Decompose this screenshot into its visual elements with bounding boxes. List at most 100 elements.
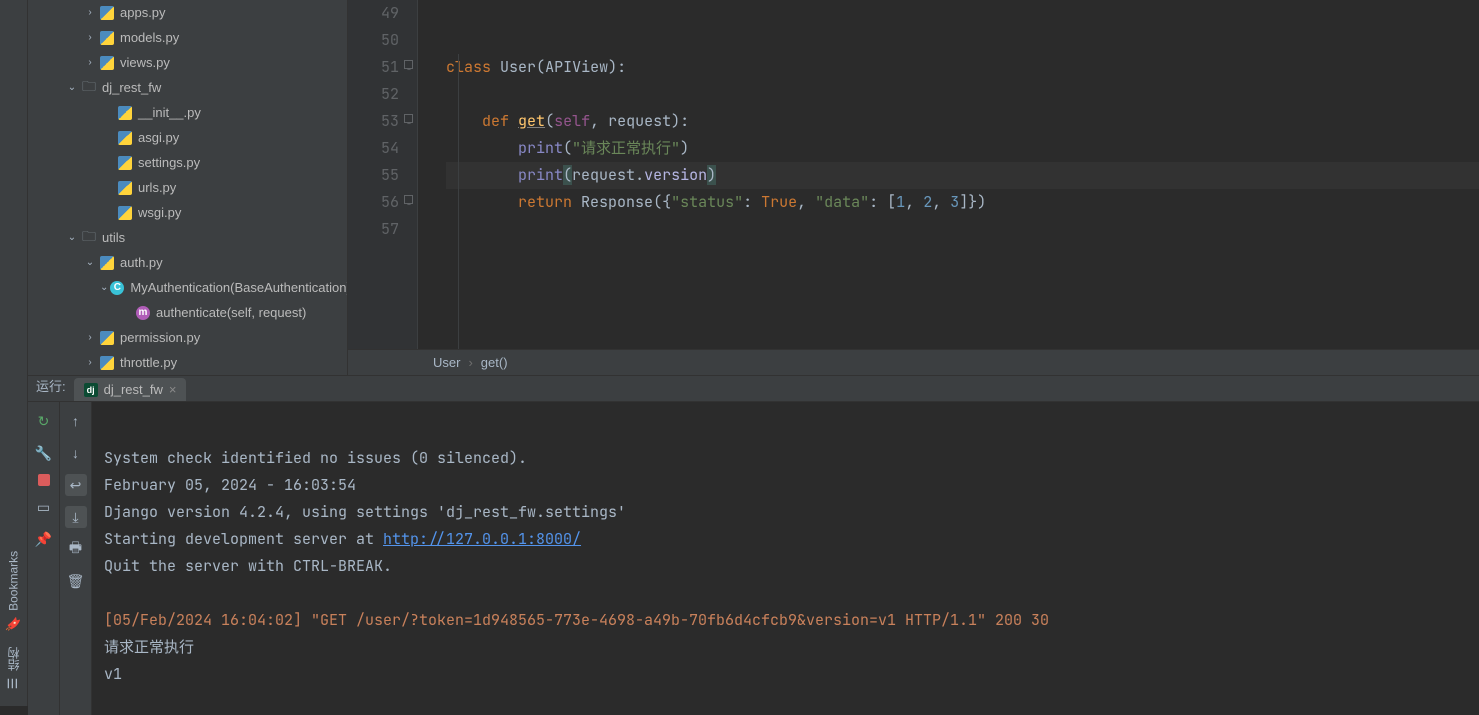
chevron-icon[interactable]: › (82, 7, 98, 18)
class-icon: C (108, 280, 126, 296)
tree-row[interactable]: › throttle.py (28, 350, 347, 375)
console-line: Quit the server with CTRL-BREAK. (104, 556, 392, 576)
run-tab-label: dj_rest_fw (104, 382, 163, 397)
python-file-icon (116, 105, 134, 121)
python-file-icon (98, 255, 116, 271)
code-line[interactable]: class User(APIView): (446, 54, 1479, 81)
python-file-icon (98, 355, 116, 371)
tree-item-label: asgi.py (138, 130, 179, 145)
up-arrow-icon[interactable]: ↑ (65, 410, 87, 432)
python-file-icon (116, 205, 134, 221)
chevron-icon[interactable]: ⌄ (64, 82, 80, 93)
chevron-icon[interactable]: › (82, 32, 98, 43)
console-line: Django version 4.2.4, using settings 'dj… (104, 502, 626, 522)
close-icon[interactable]: × (169, 382, 177, 397)
wrench-icon[interactable]: 🔧 (33, 442, 55, 464)
structure-icon: ☰ (6, 675, 21, 690)
code-line[interactable] (446, 81, 1479, 108)
bookmark-icon: 🔖 (6, 616, 22, 631)
console-line: 请求正常执行 (104, 637, 194, 657)
folder-icon: 🗀 (80, 80, 98, 96)
method-icon: m (134, 305, 152, 321)
tree-row[interactable]: ·settings.py (28, 150, 347, 175)
tree-row[interactable]: › permission.py (28, 325, 347, 350)
tree-row[interactable]: ⌄🗀 utils (28, 225, 347, 250)
code-line[interactable]: return Response({"status": True, "data":… (446, 189, 1479, 216)
tree-item-label: __init__.py (138, 105, 201, 120)
rerun-button[interactable]: ↻ (33, 410, 55, 432)
tree-item-label: authenticate(self, request) (156, 305, 306, 320)
print-icon[interactable]: 🖶 (65, 538, 87, 560)
stop-button[interactable] (38, 474, 50, 486)
run-panel: 运行: dj dj_rest_fw × ↻ 🔧 ▭ 📌 ↑ ↓ ↩ ⤓ 🖶 � (28, 376, 1479, 706)
code-line[interactable] (446, 27, 1479, 54)
crumb-sep: › (468, 355, 472, 370)
python-file-icon (98, 5, 116, 21)
tree-item-label: apps.py (120, 5, 166, 20)
chevron-icon[interactable]: › (82, 57, 98, 68)
run-config-tab[interactable]: dj dj_rest_fw × (74, 378, 187, 401)
crumb-method[interactable]: get() (481, 355, 508, 370)
console-line: February 05, 2024 - 16:03:54 (104, 475, 356, 495)
tree-item-label: dj_rest_fw (102, 80, 161, 95)
tree-row[interactable]: ·wsgi.py (28, 200, 347, 225)
tree-row[interactable]: ·urls.py (28, 175, 347, 200)
indent-guide (458, 54, 459, 349)
crumb-class[interactable]: User (433, 355, 460, 370)
tree-item-label: views.py (120, 55, 170, 70)
trash-icon[interactable]: 🗑 (65, 570, 87, 592)
tree-row[interactable]: › views.py (28, 50, 347, 75)
chevron-icon[interactable]: ⌄ (82, 257, 98, 268)
django-icon: dj (84, 383, 98, 397)
tree-row[interactable]: ·mauthenticate(self, request) (28, 300, 347, 325)
code-lines[interactable]: class User(APIView): def get(self, reque… (418, 0, 1479, 349)
tree-row[interactable]: › models.py (28, 25, 347, 50)
console-output[interactable]: System check identified no issues (0 sil… (92, 402, 1479, 715)
tree-row[interactable]: ⌄ auth.py (28, 250, 347, 275)
tree-row[interactable]: ⌄🗀 dj_rest_fw (28, 75, 347, 100)
code-line[interactable]: def get(self, request): (446, 108, 1479, 135)
run-tabbar: 运行: dj dj_rest_fw × (28, 376, 1479, 402)
code-line[interactable] (446, 0, 1479, 27)
breadcrumb[interactable]: User › get() (348, 349, 1479, 375)
layout-icon[interactable]: ▭ (33, 496, 55, 518)
scroll-icon[interactable]: ⤓ (65, 506, 87, 528)
tree-item-label: throttle.py (120, 355, 177, 370)
server-url-link[interactable]: http://127.0.0.1:8000/ (383, 529, 581, 549)
chevron-icon[interactable]: › (82, 332, 98, 343)
console-request-line: [05/Feb/2024 16:04:02] "GET /user/?token… (104, 610, 1049, 630)
gutter: 495051525354555657 (348, 0, 418, 349)
code-line[interactable] (446, 216, 1479, 243)
tree-row[interactable]: ⌄CMyAuthentication(BaseAuthentication) (28, 275, 347, 300)
tree-item-label: urls.py (138, 180, 176, 195)
tree-item-label: auth.py (120, 255, 163, 270)
structure-tool[interactable]: ☰ 结构 (3, 639, 24, 698)
tree-item-label: utils (102, 230, 125, 245)
python-file-icon (116, 130, 134, 146)
editor[interactable]: 495051525354555657 class User(APIView): … (348, 0, 1479, 375)
softwrap-icon[interactable]: ↩ (65, 474, 87, 496)
python-file-icon (98, 55, 116, 71)
chevron-icon[interactable]: ⌄ (100, 282, 108, 293)
tree-item-label: settings.py (138, 155, 200, 170)
tree-row[interactable]: › apps.py (28, 0, 347, 25)
pin-icon[interactable]: 📌 (33, 528, 55, 550)
console-line: System check identified no issues (0 sil… (104, 448, 527, 468)
run-tool-col-1: ↻ 🔧 ▭ 📌 (28, 402, 60, 715)
folder-icon: 🗀 (80, 230, 98, 246)
tree-item-label: permission.py (120, 330, 200, 345)
tree-item-label: models.py (120, 30, 179, 45)
structure-label: 结构 (5, 647, 22, 671)
console-line: Starting development server at (104, 529, 383, 549)
project-tree[interactable]: ›apps.py›models.py›views.py⌄🗀dj_rest_fw·… (28, 0, 348, 375)
code-line[interactable]: print("请求正常执行") (446, 135, 1479, 162)
run-label: 运行: (36, 376, 74, 401)
bookmarks-tool[interactable]: 🔖 Bookmarks (4, 543, 23, 639)
tree-row[interactable]: ·asgi.py (28, 125, 347, 150)
chevron-icon[interactable]: › (82, 357, 98, 368)
tree-row[interactable]: ·__init__.py (28, 100, 347, 125)
chevron-icon[interactable]: ⌄ (64, 232, 80, 243)
code-line[interactable]: print(request.version) (446, 162, 1479, 189)
down-arrow-icon[interactable]: ↓ (65, 442, 87, 464)
tree-item-label: wsgi.py (138, 205, 181, 220)
